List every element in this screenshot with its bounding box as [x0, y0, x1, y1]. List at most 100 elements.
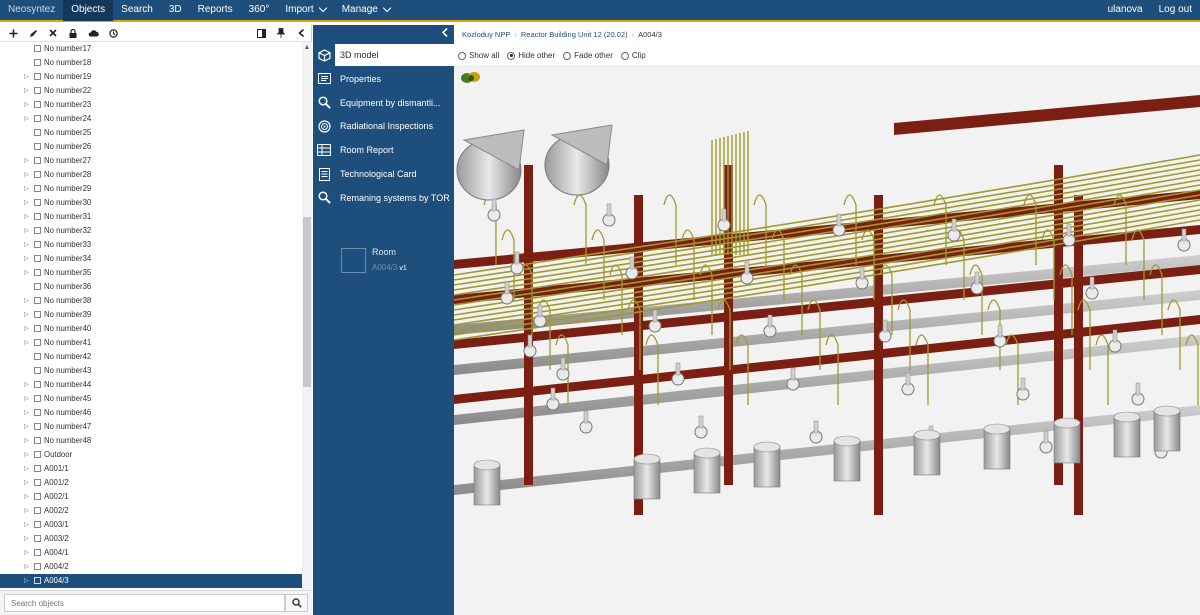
layer-toggle-icon[interactable]: [460, 71, 482, 85]
scroll-up-icon[interactable]: ▲: [303, 44, 311, 52]
tree-scrollbar[interactable]: ▲ ▼: [302, 42, 312, 604]
tree-node-checkbox[interactable]: [34, 521, 41, 528]
menu-item[interactable]: Technological Card: [313, 163, 454, 185]
tree-node-checkbox[interactable]: [34, 255, 41, 262]
delete-icon[interactable]: [43, 25, 63, 41]
tree-node[interactable]: ▷ No number32: [0, 224, 302, 238]
expand-arrow-icon[interactable]: ▷: [24, 420, 32, 434]
tree-node-checkbox[interactable]: [34, 101, 41, 108]
expand-arrow-icon[interactable]: ▷: [24, 518, 32, 532]
tree-node[interactable]: ▷ No number22: [0, 84, 302, 98]
tree-node[interactable]: ▷ No number30: [0, 196, 302, 210]
tree-node-checkbox[interactable]: [34, 87, 41, 94]
tree-node[interactable]: ▷ No number46: [0, 406, 302, 420]
edit-icon[interactable]: [23, 25, 43, 41]
expand-arrow-icon[interactable]: ▷: [24, 434, 32, 448]
expand-arrow-icon[interactable]: ▷: [24, 336, 32, 350]
tree-node-checkbox[interactable]: [34, 395, 41, 402]
menu-item[interactable]: Properties: [313, 68, 454, 90]
tree-node[interactable]: ▷ No number39: [0, 308, 302, 322]
tree-node[interactable]: ▷ A003/2: [0, 532, 302, 546]
expand-arrow-icon[interactable]: ▷: [24, 476, 32, 490]
nav-import[interactable]: Import: [277, 0, 333, 21]
brand-link[interactable]: Neosyntez: [0, 0, 63, 21]
expand-arrow-icon[interactable]: ▷: [24, 392, 32, 406]
breadcrumb-item[interactable]: Kozloduy NPP: [462, 30, 510, 39]
tree-node[interactable]: ▷ No number19: [0, 70, 302, 84]
tree-node[interactable]: No number26: [0, 140, 302, 154]
expand-arrow-icon[interactable]: ▷: [24, 308, 32, 322]
3d-scene[interactable]: [454, 65, 1200, 615]
menu-item[interactable]: Remaning systems by TOR: [313, 187, 454, 209]
expand-arrow-icon[interactable]: ▷: [24, 546, 32, 560]
visibility-option[interactable]: Clip: [620, 51, 646, 60]
tree-node[interactable]: ▷ A004/3: [0, 574, 302, 588]
expand-arrow-icon[interactable]: ▷: [24, 98, 32, 112]
tree-node[interactable]: No number42: [0, 350, 302, 364]
tree-node[interactable]: ▷ No number47: [0, 420, 302, 434]
tree-node[interactable]: ▷ No number33: [0, 238, 302, 252]
tree-node-checkbox[interactable]: [34, 297, 41, 304]
expand-arrow-icon[interactable]: ▷: [24, 224, 32, 238]
tree-node[interactable]: ▷ A003/1: [0, 518, 302, 532]
radio-button[interactable]: [458, 51, 466, 60]
visibility-option[interactable]: Fade other: [563, 51, 613, 60]
tree-node-checkbox[interactable]: [34, 549, 41, 556]
tree-node[interactable]: ▷ No number31: [0, 210, 302, 224]
expand-arrow-icon[interactable]: ▷: [24, 378, 32, 392]
tree-node-checkbox[interactable]: [34, 143, 41, 150]
tree-node[interactable]: ▷ No number34: [0, 252, 302, 266]
collapse-left-icon[interactable]: [291, 25, 311, 41]
tree-node-checkbox[interactable]: [34, 241, 41, 248]
tree-node-checkbox[interactable]: [34, 577, 41, 584]
visibility-option[interactable]: Hide other: [507, 51, 555, 60]
tree-node-checkbox[interactable]: [34, 311, 41, 318]
tree-node-checkbox[interactable]: [34, 325, 41, 332]
tree-node[interactable]: ▷ A001/1: [0, 462, 302, 476]
collapse-menu-icon[interactable]: [441, 27, 448, 40]
tree-node-checkbox[interactable]: [34, 507, 41, 514]
tree-node-checkbox[interactable]: [34, 227, 41, 234]
scrollbar-thumb[interactable]: [303, 217, 311, 387]
expand-arrow-icon[interactable]: ▷: [24, 266, 32, 280]
expand-arrow-icon[interactable]: ▷: [24, 406, 32, 420]
expand-arrow-icon[interactable]: ▷: [24, 70, 32, 84]
tree-node[interactable]: ▷ A002/2: [0, 504, 302, 518]
nav-360[interactable]: 360°: [241, 0, 278, 21]
tree-node[interactable]: ▷ A004/1: [0, 546, 302, 560]
tree-node[interactable]: ▷ Outdoor: [0, 448, 302, 462]
panel-layout-icon[interactable]: [251, 25, 271, 41]
tree-node[interactable]: No number36: [0, 280, 302, 294]
expand-arrow-icon[interactable]: ▷: [24, 462, 32, 476]
expand-arrow-icon[interactable]: ▷: [24, 252, 32, 266]
tree-node-checkbox[interactable]: [34, 283, 41, 290]
tree-node-checkbox[interactable]: [34, 451, 41, 458]
tree-node[interactable]: ▷ A004/2: [0, 560, 302, 574]
tree-node[interactable]: ▷ No number41: [0, 336, 302, 350]
expand-arrow-icon[interactable]: ▷: [24, 196, 32, 210]
tree-node[interactable]: ▷ No number45: [0, 392, 302, 406]
menu-item[interactable]: Equipment by dismantli...: [313, 92, 454, 114]
tree-node[interactable]: ▷ A002/1: [0, 490, 302, 504]
tree-node-checkbox[interactable]: [34, 59, 41, 66]
visibility-option[interactable]: Show all: [458, 51, 499, 60]
tree-node-checkbox[interactable]: [34, 563, 41, 570]
nav-manage[interactable]: Manage: [334, 0, 398, 21]
cloud-icon[interactable]: [83, 25, 103, 41]
tree-node-checkbox[interactable]: [34, 129, 41, 136]
tree-node[interactable]: ▷ No number23: [0, 98, 302, 112]
expand-arrow-icon[interactable]: ▷: [24, 238, 32, 252]
pin-icon[interactable]: [271, 25, 291, 41]
expand-arrow-icon[interactable]: ▷: [24, 490, 32, 504]
tree-node[interactable]: ▷ No number29: [0, 182, 302, 196]
tree-node-checkbox[interactable]: [34, 465, 41, 472]
tree-node-checkbox[interactable]: [34, 45, 41, 52]
radio-button[interactable]: [507, 51, 516, 60]
tree-node[interactable]: ▷ No number38: [0, 294, 302, 308]
expand-arrow-icon[interactable]: ▷: [24, 112, 32, 126]
tree-node-checkbox[interactable]: [34, 437, 41, 444]
tree-node[interactable]: No number25: [0, 126, 302, 140]
tree-node-checkbox[interactable]: [34, 423, 41, 430]
tree-node-checkbox[interactable]: [34, 381, 41, 388]
add-icon[interactable]: [3, 25, 23, 41]
